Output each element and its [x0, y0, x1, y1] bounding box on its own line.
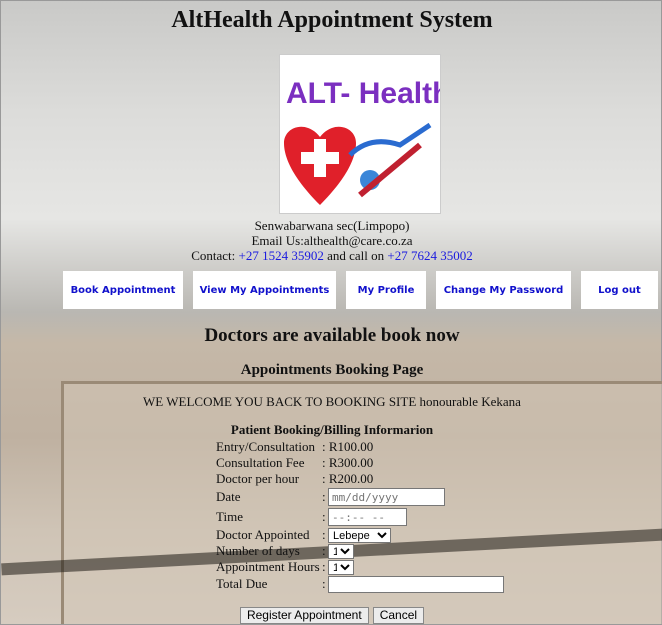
nav-view-appointments[interactable]: View My Appointments	[193, 271, 336, 309]
sub-heading: Appointments Booking Page	[240, 362, 424, 378]
days-select[interactable]: 1	[328, 543, 354, 559]
nav-my-profile[interactable]: My Profile	[346, 271, 426, 309]
main-heading: Doctors are available book now	[204, 325, 460, 346]
doctor-select[interactable]: Lebepe	[328, 527, 391, 543]
address-text: Senwabarwana sec(Limpopo)	[254, 218, 410, 233]
nav-book-appointment[interactable]: Book Appointment	[63, 271, 183, 309]
hours-select[interactable]: 1	[328, 559, 354, 575]
days-label: Number of days	[216, 543, 300, 558]
welcome-text: WE WELCOME YOU BACK TO BOOKING SITE hono…	[143, 394, 521, 409]
booking-form: Entry/Consultation : R100.00 Consultation…	[216, 439, 504, 593]
total-label: Total Due	[216, 576, 268, 591]
entry-label: Entry/Consultation	[216, 439, 315, 454]
total-due-input[interactable]	[328, 575, 504, 593]
contact-info: Senwabarwana sec(Limpopo) Email Us:althe…	[1, 218, 662, 263]
svg-text:ALT- Health: ALT- Health	[286, 77, 440, 110]
hours-label: Appointment Hours	[216, 559, 320, 574]
nav-logout[interactable]: Log out	[581, 271, 658, 309]
phone-link-1[interactable]: +27 1524 35902	[239, 248, 324, 263]
date-label: Date	[216, 489, 241, 504]
contact-mid: and call on	[323, 248, 388, 263]
nav-change-password[interactable]: Change My Password	[436, 271, 571, 309]
nav-bar: Book Appointment View My Appointments My…	[63, 271, 658, 309]
althealth-logo: ALT- Health	[279, 54, 450, 214]
phone-link-2[interactable]: +27 7624 35002	[387, 248, 472, 263]
doctor-rate-label: Doctor per hour	[216, 471, 300, 486]
doctor-label: Doctor Appointed	[216, 527, 310, 542]
contact-label: Contact:	[191, 248, 239, 263]
fee-label: Consultation Fee	[216, 455, 305, 470]
date-input[interactable]	[328, 488, 445, 506]
form-title: Patient Booking/Billing Informarion	[230, 422, 434, 437]
entry-value: : R100.00	[322, 439, 374, 454]
fee-value: : R300.00	[322, 455, 374, 470]
register-appointment-button[interactable]: Register Appointment	[239, 606, 369, 624]
page-title: AltHealth Appointment System	[171, 7, 493, 33]
email-text: Email Us:althealth@care.co.za	[251, 233, 413, 248]
cancel-button[interactable]: Cancel	[372, 606, 425, 624]
doctor-rate-value: : R200.00	[322, 471, 374, 486]
time-label: Time	[216, 509, 243, 524]
time-input[interactable]	[328, 508, 407, 526]
